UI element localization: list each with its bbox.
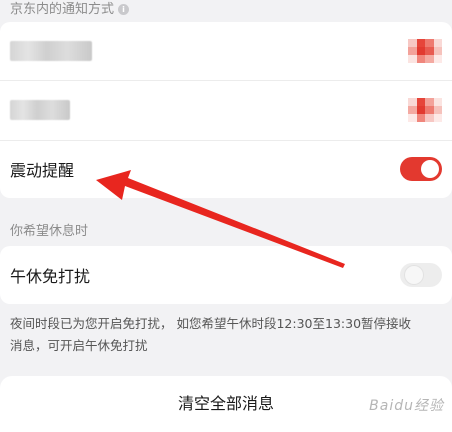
dnd-note-line-2: 消息，可开启午休免打扰 <box>10 338 148 353</box>
notify-row-blurred-1[interactable] <box>0 22 452 81</box>
rest-settings-card: 午休免打扰 <box>0 246 452 304</box>
notify-section-title: 京东内的通知方式 i <box>10 0 130 17</box>
vibration-reminder-toggle[interactable] <box>400 157 442 181</box>
blurred-label <box>10 100 70 120</box>
rest-section-title: 你希望休息时 <box>10 224 89 239</box>
blurred-toggle[interactable] <box>408 98 442 122</box>
dnd-note-line-1: 夜间时段已为您开启免打扰， 如您希望午休时段12:30至13:30暂停接收 <box>10 316 412 331</box>
watermark: Baidu经验 <box>369 395 444 415</box>
watermark-text: Baidu经验 <box>369 398 444 414</box>
blurred-label <box>10 41 92 61</box>
vibration-reminder-row[interactable]: 震动提醒 <box>0 140 452 198</box>
dnd-note: 夜间时段已为您开启免打扰， 如您希望午休时段12:30至13:30暂停接收 消息… <box>10 313 450 357</box>
toggle-knob <box>405 266 423 284</box>
vibration-reminder-label: 震动提醒 <box>10 161 75 180</box>
noon-dnd-row[interactable]: 午休免打扰 <box>0 246 452 304</box>
blurred-toggle[interactable] <box>408 39 442 63</box>
noon-dnd-toggle[interactable] <box>400 263 442 287</box>
notify-section-title-text: 京东内的通知方式 <box>10 2 115 17</box>
notify-settings-card: 震动提醒 <box>0 22 452 198</box>
clear-all-messages-label: 清空全部消息 <box>177 394 274 413</box>
noon-dnd-label: 午休免打扰 <box>10 267 91 286</box>
toggle-knob <box>421 160 439 178</box>
info-icon[interactable]: i <box>118 4 130 15</box>
notify-row-blurred-2[interactable] <box>0 80 452 141</box>
